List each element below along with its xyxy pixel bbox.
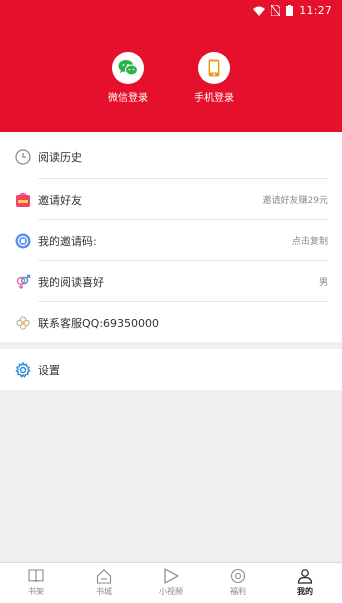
tab-mine[interactable]: 我的 [271, 567, 339, 597]
customer-service-item[interactable]: 联系客服QQ:69350000 [0, 302, 342, 343]
customer-service-label: 联系客服QQ:69350000 [38, 316, 160, 330]
invite-code-label: 我的邀请码: [38, 234, 97, 248]
login-header: 微信登录 手机登录 [0, 22, 342, 132]
gender-icon [14, 273, 32, 291]
menu-list: 阅读历史 邀请好友 邀请好友赚29元 我的邀请码: 点击复制 我的阅读喜好 男 … [0, 132, 342, 342]
invite-code-icon [14, 232, 32, 250]
phone-login-label: 手机登录 [194, 93, 234, 104]
battery-icon [286, 5, 294, 16]
tab-label: 我的 [297, 587, 313, 596]
reading-preference-label: 我的阅读喜好 [38, 275, 104, 289]
bottom-tab-bar: 书架 书城 小视频 福利 我的 [0, 562, 342, 603]
play-icon [137, 567, 205, 585]
tab-label: 福利 [230, 587, 246, 596]
home-icon [70, 567, 138, 585]
book-icon [2, 567, 70, 585]
coin-icon [204, 567, 272, 585]
preference-value: 男 [318, 278, 328, 288]
invite-code-item[interactable]: 我的邀请码: 点击复制 [0, 220, 342, 261]
reading-preference-item[interactable]: 我的阅读喜好 男 [0, 261, 342, 302]
tab-welfare[interactable]: 福利 [204, 567, 272, 597]
status-bar: 11:27 [0, 0, 342, 22]
no-sim-icon [271, 5, 281, 16]
phone-icon [198, 52, 230, 84]
tab-bookshelf[interactable]: 书架 [2, 567, 70, 597]
phone-login-button[interactable]: 手机登录 [174, 52, 254, 104]
tab-short-video[interactable]: 小视频 [137, 567, 205, 597]
tab-bookstore[interactable]: 书城 [70, 567, 138, 597]
tab-label: 小视频 [159, 587, 183, 596]
gift-icon [14, 191, 32, 209]
tab-label: 书城 [96, 587, 112, 596]
wechat-login-label: 微信登录 [108, 93, 148, 104]
settings-item[interactable]: 设置 [0, 349, 342, 390]
copy-code-text: 点击复制 [291, 237, 328, 247]
invite-friends-item[interactable]: 邀请好友 邀请好友赚29元 [0, 179, 342, 220]
user-icon [271, 567, 339, 585]
clock-icon [14, 148, 32, 166]
flower-icon [14, 314, 32, 332]
invite-reward-text: 邀请好友赚29元 [262, 196, 328, 206]
settings-label: 设置 [38, 363, 60, 377]
wechat-login-button[interactable]: 微信登录 [88, 52, 168, 104]
wifi-icon [253, 6, 266, 16]
wechat-icon [112, 52, 144, 84]
tab-label: 书架 [28, 587, 44, 596]
invite-friends-label: 邀请好友 [38, 193, 82, 207]
reading-history-item[interactable]: 阅读历史 [0, 136, 342, 177]
reading-history-label: 阅读历史 [38, 150, 82, 164]
gear-icon [14, 361, 32, 379]
status-time: 11:27 [299, 4, 332, 17]
